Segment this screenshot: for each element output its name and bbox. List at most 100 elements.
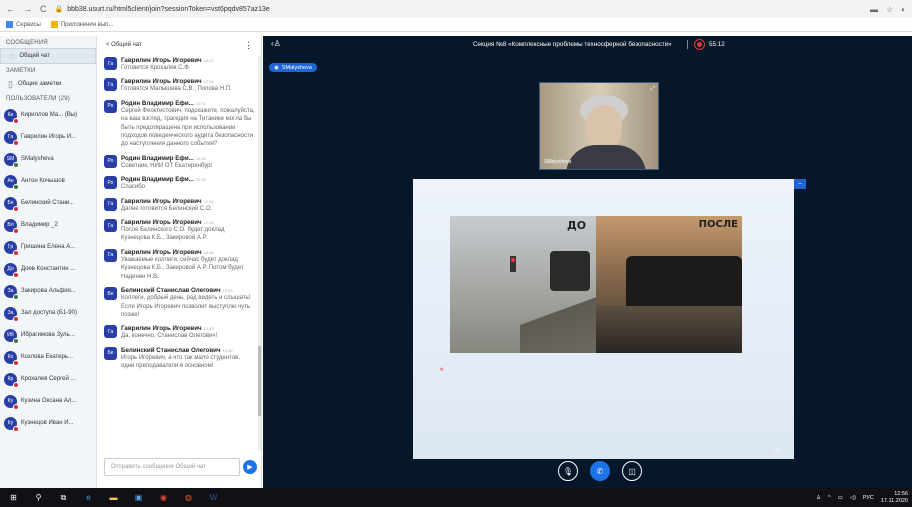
- audio-button[interactable]: ✆: [590, 461, 610, 481]
- search-icon[interactable]: ⚲: [33, 492, 44, 503]
- public-chat-item[interactable]: ◌ Общий чат: [0, 48, 96, 64]
- session-timer: 55:12: [709, 41, 725, 48]
- avatar: Бе: [4, 196, 19, 212]
- bookmark-apps[interactable]: Приложения вып...: [50, 21, 113, 28]
- avatar: SM: [4, 152, 19, 168]
- message-body: Родин Владимир Ефи... 12:38 Спасибо: [121, 176, 255, 191]
- address-bar[interactable]: 🔒 bbb38.usurt.ru/html5client/join?sessio…: [55, 5, 862, 14]
- chat-messages: Га Гаврилин Игорь Игоревич 12:21 Готовится …: [98, 54, 261, 374]
- message-author: Гаврилин Игорь Игоревич 12:53: [121, 325, 214, 333]
- chat-menu-icon[interactable]: ⋮: [244, 40, 253, 51]
- message-time: 12:42: [203, 198, 214, 204]
- chat-message: Бе Белинский Станислав Олегович 12:56 Игорь…: [98, 344, 261, 374]
- user-list-item[interactable]: Ку Кузнецов Иван И...: [0, 412, 96, 434]
- store-icon[interactable]: ▣: [133, 492, 144, 503]
- message-body: Белинский Станислав Олегович 12:56 Игорь И…: [121, 347, 255, 371]
- avatar: Ки: [4, 108, 19, 124]
- avatar: Га: [104, 325, 117, 339]
- windows-start-icon[interactable]: ⊞: [8, 492, 19, 503]
- chat-message: Га Гаврилин Игорь Игоревич 12:34 Готовятся …: [98, 75, 261, 96]
- star-icon[interactable]: ☆: [886, 5, 893, 14]
- user-name: Гришина Елена А...: [21, 244, 76, 250]
- avatar: До: [4, 262, 19, 278]
- send-arrow-icon: ▶: [247, 464, 253, 471]
- minimize-presentation-button[interactable]: –: [794, 179, 806, 189]
- shared-notes-item[interactable]: ▯ Общие заметки: [0, 76, 96, 92]
- message-body: Гаврилин Игорь Игоревич 12:34 Готовятся Ма…: [121, 78, 255, 93]
- message-body: Гаврилин Игорь Игоревич 12:53 Да, конечно,…: [121, 325, 255, 340]
- chrome-icon[interactable]: ◉: [158, 492, 169, 503]
- media-controls: 🎙 ✆ ◫: [558, 461, 642, 481]
- phone-icon: ✆: [596, 466, 604, 476]
- user-list-item[interactable]: Вл Владимир _2: [0, 214, 96, 236]
- send-button[interactable]: ▶: [243, 460, 257, 474]
- language-indicator[interactable]: РУС: [863, 495, 874, 501]
- camera-button[interactable]: ◫: [622, 461, 642, 481]
- slide-image-after: ПОСЛЕ: [596, 216, 742, 353]
- separator: [687, 40, 688, 49]
- user-name: Козлова Екатерь...: [21, 354, 73, 360]
- chat-message-input[interactable]: Отправить сообщение Общий чат: [104, 458, 240, 476]
- user-list-item[interactable]: Ан Антон Кочышов: [0, 170, 96, 192]
- message-time: 12:32: [195, 155, 206, 161]
- status-icon: [13, 249, 19, 256]
- status-icon: [13, 403, 19, 410]
- user-name: Крохалев Сергей ...: [21, 376, 76, 382]
- edge-icon[interactable]: e: [83, 492, 94, 503]
- chat-message: Га Гаврилин Игорь Игоревич 12:48 Уважаемые …: [98, 246, 261, 284]
- minus-icon: –: [798, 181, 802, 187]
- user-name: Кузнецов Иван И...: [21, 420, 74, 426]
- user-list-item[interactable]: Га Гаврилин Игорь И...: [0, 126, 96, 148]
- yandex-icon[interactable]: ◍: [183, 492, 194, 503]
- user-list-item[interactable]: Ку Кузина Оксана Ал...: [0, 390, 96, 412]
- message-text: Далее готовится Белинский С.О.: [121, 205, 213, 212]
- mute-button[interactable]: 🎙: [558, 461, 578, 481]
- user-list-item[interactable]: До Доев Константин ...: [0, 258, 96, 280]
- bookmark-services[interactable]: Сервисы: [6, 21, 41, 28]
- presentation-slide: ДО ПОСЛЕ *: [413, 179, 794, 459]
- people-icon[interactable]: ♙: [816, 495, 821, 501]
- chat-back-button[interactable]: < Общий чат: [106, 42, 142, 48]
- forward-arrow-icon[interactable]: →: [23, 4, 32, 14]
- volume-icon[interactable]: ◁): [850, 495, 856, 501]
- message-author: Гаврилин Игорь Игоревич 12:21: [121, 57, 214, 64]
- show-hidden-icon[interactable]: ^: [828, 495, 831, 501]
- user-list-item[interactable]: Иб Ибрагимова Зуль...: [0, 324, 96, 346]
- task-view-icon[interactable]: ⧉: [58, 492, 69, 503]
- message-body: Родин Владимир Ефи... 12:32 Советник, НИИ …: [121, 155, 255, 170]
- webcam-video[interactable]: ⤢ SMalysheva: [539, 82, 659, 170]
- profile-icon[interactable]: ◐: [901, 5, 906, 14]
- message-text: Уважаемые коллеги, сейчас будет доклад К…: [121, 256, 244, 280]
- browser-toolbar: ← → C 🔒 bbb38.usurt.ru/html5client/join?…: [0, 0, 912, 18]
- chat-scrollbar[interactable]: [258, 56, 261, 451]
- user-name: Ибрагимова Зуль...: [21, 332, 75, 338]
- system-tray: ♙ ^ ▭ ◁) РУС 12:56 17.11.2020: [816, 488, 908, 507]
- back-arrow-icon[interactable]: ←: [6, 4, 15, 14]
- user-list-item[interactable]: SM SMalysheva: [0, 148, 96, 170]
- network-icon[interactable]: ▭: [838, 495, 843, 501]
- message-author: Гаврилин Игорь Игоревич 12:42: [121, 197, 214, 205]
- users-toggle-icon[interactable]: ‹♙: [271, 39, 281, 48]
- user-list-item[interactable]: Ки Кириллов Ма... (Вы): [0, 104, 96, 126]
- word-icon[interactable]: W: [208, 492, 219, 503]
- user-list-item[interactable]: За Закирова Альфия...: [0, 280, 96, 302]
- avatar: За: [4, 306, 19, 322]
- user-list-item[interactable]: За Зал доступа (Б1-90): [0, 302, 96, 324]
- status-icon: [13, 139, 19, 146]
- record-button[interactable]: [694, 39, 705, 50]
- chat-message: Га Гаврилин Игорь Игоревич 12:21 Готовится …: [98, 54, 261, 75]
- user-list-item[interactable]: Кр Крохалев Сергей ...: [0, 368, 96, 390]
- cast-icon[interactable]: ▬: [870, 5, 878, 14]
- slide-fullscreen-icon[interactable]: ⤢: [775, 448, 780, 455]
- user-list-item[interactable]: Ко Козлова Екатерь...: [0, 346, 96, 368]
- user-list-item[interactable]: Бе Белинский Стани...: [0, 192, 96, 214]
- status-icon: [13, 117, 19, 124]
- avatar: Га: [104, 197, 117, 211]
- user-list-item[interactable]: Гр Гришина Елена А...: [0, 236, 96, 258]
- clock[interactable]: 12:56 17.11.2020: [881, 491, 908, 505]
- fullscreen-icon[interactable]: ⤢: [650, 86, 655, 93]
- avatar: Га: [104, 219, 117, 233]
- reload-icon[interactable]: C: [40, 4, 47, 14]
- file-explorer-icon[interactable]: ▬: [108, 492, 119, 503]
- message-text: Готовятся Малышева С.В., Попова Н.П.: [121, 86, 232, 93]
